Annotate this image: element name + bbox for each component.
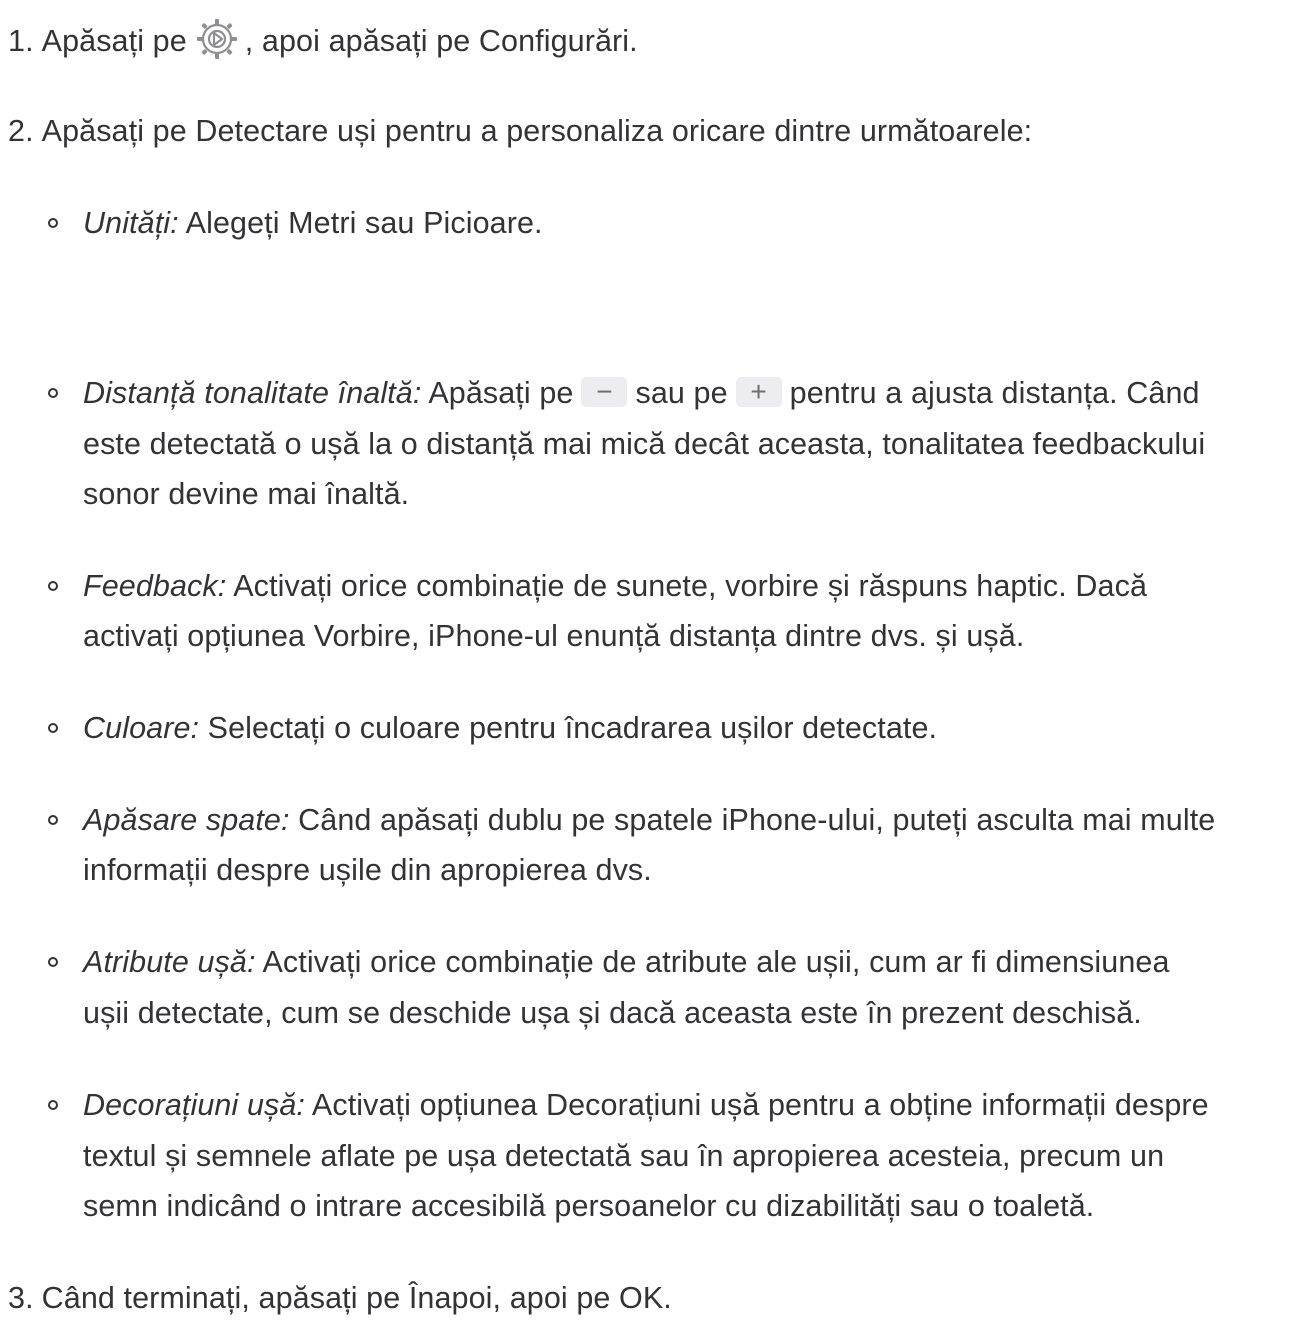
step-number: 2.	[8, 114, 34, 148]
option-units: Unități: Alegeți Metri sau Picioare.	[83, 198, 543, 248]
option-term: Atribute ușă:	[83, 945, 256, 979]
option-attributes-line-1: Atribute ușă: Activați orice combinație …	[83, 937, 1170, 987]
step-number: 3.	[8, 1281, 34, 1315]
step-1-text-after: , apoi apăsați pe Configurări.	[244, 24, 638, 58]
step-3-text: Când terminați, apăsați pe Înapoi, apoi …	[41, 1281, 672, 1315]
bullet-pitch	[48, 388, 58, 398]
bullet-feedback	[48, 581, 58, 591]
bullet-attributes	[48, 957, 58, 967]
option-pitch-line-3: sonor devine mai înaltă.	[83, 477, 410, 511]
option-feedback-line-1: Feedback: Activați orice combinație de s…	[83, 561, 1147, 611]
step-1-text-before: Apăsați pe	[41, 24, 187, 58]
step-2: 2. Apăsați pe Detectare uși pentru a pers…	[8, 106, 1032, 156]
bullet-decorations	[48, 1100, 58, 1110]
plus-button: +	[735, 377, 782, 407]
option-text: Alegeți Metri sau Picioare.	[185, 206, 543, 240]
step-3: 3. Când terminați, apăsați pe Înapoi, apo…	[8, 1273, 672, 1323]
settings-gear-icon	[193, 17, 243, 63]
option-text: Apăsați pe	[428, 376, 574, 410]
option-text: Când apăsați dublu pe spatele iPhone-ulu…	[298, 803, 1216, 837]
option-term: Decorațiuni ușă:	[83, 1088, 305, 1122]
option-text: Activați orice combinație de sunete, vor…	[233, 569, 1148, 603]
option-decorations-line-1: Decorațiuni ușă: Activați opțiunea Decor…	[83, 1080, 1209, 1130]
option-term: Apăsare spate:	[83, 803, 290, 837]
option-decorations-line-2: textul și semnele aflate pe ușa detectat…	[83, 1139, 1165, 1173]
option-text: sau pe	[635, 376, 728, 410]
minus-button: −	[581, 377, 628, 407]
option-decorations-line-3: semn indicând o intrare accesibilă perso…	[83, 1189, 1095, 1223]
option-term: Culoare:	[83, 711, 200, 745]
option-term: Unități:	[83, 206, 179, 240]
option-term: Distanță tonalitate înaltă:	[83, 376, 422, 410]
option-term: Feedback:	[83, 569, 227, 603]
instructions-page: 1. Apăsați pe , apoi apăsați pe Configur…	[0, 0, 1297, 1315]
step-1: 1. Apăsați pe , apoi apăsați pe Configur…	[8, 16, 638, 66]
option-backtap-line-2: informații despre ușile din apropierea d…	[83, 853, 652, 887]
option-text: pentru a ajusta distanța. Când	[789, 376, 1200, 410]
bullet-units	[48, 218, 58, 228]
bullet-color	[48, 723, 58, 733]
option-text: Selectați o culoare pentru încadrarea uș…	[207, 711, 938, 745]
option-attributes-line-2: ușii detectate, cum se deschide ușa și d…	[83, 996, 1142, 1030]
option-color: Culoare: Selectați o culoare pentru înca…	[83, 703, 937, 753]
bullet-backtap	[48, 815, 58, 825]
step-2-text: Apăsați pe Detectare uși pentru a person…	[41, 114, 1033, 148]
option-backtap-line-1: Apăsare spate: Când apăsați dublu pe spa…	[83, 795, 1215, 845]
option-pitch-line-2: este detectată o ușă la o distanță mai m…	[83, 427, 1206, 461]
option-pitch-line-1: Distanță tonalitate înaltă: Apăsați pe − s…	[83, 368, 1200, 418]
step-number: 1.	[8, 24, 34, 58]
option-text: Activați opțiunea Decorațiuni ușă pentru…	[311, 1088, 1209, 1122]
option-text: Activați orice combinație de atribute al…	[262, 945, 1170, 979]
option-feedback-line-2: activați opțiunea Vorbire, iPhone-ul enu…	[83, 619, 1025, 653]
